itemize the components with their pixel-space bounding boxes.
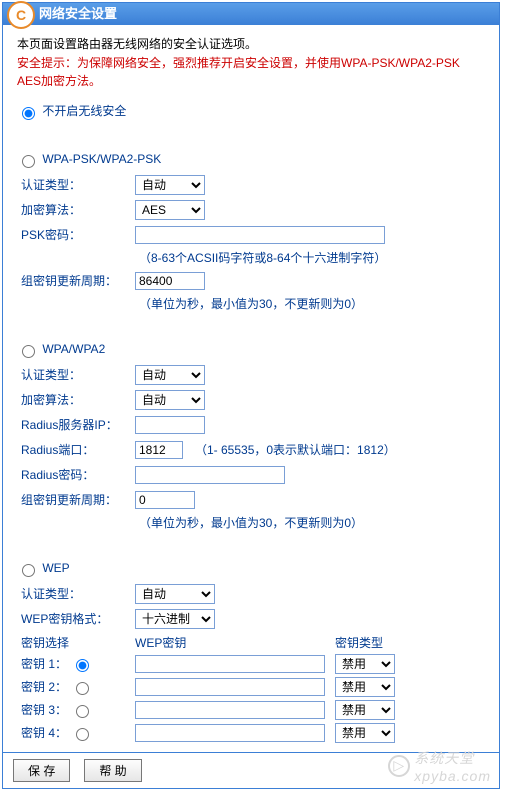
wep-key-row: 密钥 4： 禁用: [17, 723, 485, 743]
wpa-radiusport-hint: （1- 65535，0表示默认端口：1812）: [195, 441, 396, 458]
wep-col-key: WEP密钥: [135, 634, 335, 651]
page-title: 网络安全设置: [39, 6, 117, 21]
wpapsk-gk-label: 组密钥更新周期：: [17, 272, 135, 289]
wep-auth-select[interactable]: 自动: [135, 584, 215, 604]
wep-col-type: 密钥类型: [335, 634, 405, 651]
wpapsk-enc-label: 加密算法：: [17, 201, 135, 218]
logo-icon: C: [7, 1, 35, 29]
mode-wpa-radio[interactable]: [22, 345, 35, 358]
wep-key-input[interactable]: [135, 678, 325, 696]
wpa-radiuspw-input[interactable]: [135, 466, 285, 484]
save-button[interactable]: 保 存: [13, 759, 70, 782]
help-button[interactable]: 帮 助: [84, 759, 141, 782]
wep-key-radio[interactable]: [76, 682, 89, 695]
wep-key-type-select[interactable]: 禁用: [335, 723, 395, 743]
mode-wep-label: WEP: [42, 561, 69, 575]
wep-key-row: 密钥 2： 禁用: [17, 677, 485, 697]
mode-disable-label: 不开启无线安全: [42, 104, 126, 118]
content-area: 本页面设置路由器无线网络的安全认证选项。 安全提示：为保障网络安全，强烈推荐开启…: [3, 25, 499, 752]
wep-key-radio[interactable]: [76, 705, 89, 718]
wpa-gk-label: 组密钥更新周期：: [17, 491, 135, 508]
intro-text: 本页面设置路由器无线网络的安全认证选项。: [17, 35, 485, 52]
wpapsk-psk-label: PSK密码：: [17, 226, 135, 243]
wep-key-type-select[interactable]: 禁用: [335, 700, 395, 720]
wpa-auth-label: 认证类型：: [17, 366, 135, 383]
wep-fmt-select[interactable]: 十六进制: [135, 609, 215, 629]
wep-key-label: 密钥 3：: [21, 701, 67, 718]
wpa-gk-input[interactable]: [135, 491, 195, 509]
mode-wpapsk-label: WPA-PSK/WPA2-PSK: [42, 152, 161, 166]
wep-key-label: 密钥 2：: [21, 678, 67, 695]
wpapsk-auth-label: 认证类型：: [17, 176, 135, 193]
mode-wep-option[interactable]: WEP: [17, 561, 70, 575]
wep-key-label: 密钥 4：: [21, 724, 67, 741]
wep-key-input[interactable]: [135, 655, 325, 673]
mode-wpa-label: WPA/WPA2: [42, 342, 105, 356]
wep-key-input[interactable]: [135, 724, 325, 742]
wpa-radiusip-label: Radius服务器IP：: [17, 416, 135, 433]
wep-key-row: 密钥 3： 禁用: [17, 700, 485, 720]
wep-key-input[interactable]: [135, 701, 325, 719]
wpapsk-enc-select[interactable]: AES: [135, 200, 205, 220]
wep-col-select: 密钥选择: [17, 634, 135, 651]
wep-key-label: 密钥 1：: [21, 655, 67, 672]
wep-auth-label: 认证类型：: [17, 585, 135, 602]
mode-disable-radio[interactable]: [22, 107, 35, 120]
wep-key-radio[interactable]: [76, 728, 89, 741]
mode-wpa-option[interactable]: WPA/WPA2: [17, 342, 105, 356]
wpa-radiusport-input[interactable]: [135, 441, 183, 459]
wpa-radiusport-label: Radius端口：: [17, 441, 135, 458]
wpa-enc-label: 加密算法：: [17, 391, 135, 408]
wep-key-radio[interactable]: [76, 659, 89, 672]
page-header: C 网络安全设置: [3, 3, 499, 25]
wep-key-row: 密钥 1： 禁用: [17, 654, 485, 674]
wpa-radiuspw-label: Radius密码：: [17, 466, 135, 483]
wpapsk-psk-input[interactable]: [135, 226, 385, 244]
wep-key-type-select[interactable]: 禁用: [335, 677, 395, 697]
wep-fmt-label: WEP密钥格式：: [17, 610, 135, 627]
wpapsk-gk-input[interactable]: [135, 272, 205, 290]
mode-wpapsk-radio[interactable]: [22, 155, 35, 168]
wep-table-header: 密钥选择 WEP密钥 密钥类型: [17, 634, 485, 651]
wpapsk-psk-hint: （8-63个ACSII码字符或8-64个十六进制字符）: [139, 249, 485, 266]
wep-key-type-select[interactable]: 禁用: [335, 654, 395, 674]
mode-wep-radio[interactable]: [22, 564, 35, 577]
mode-disable-option[interactable]: 不开启无线安全: [17, 104, 126, 118]
wpapsk-gk-hint: （单位为秒，最小值为30，不更新则为0）: [139, 295, 485, 312]
wpa-enc-select[interactable]: 自动: [135, 390, 205, 410]
warning-text: 安全提示：为保障网络安全，强烈推荐开启安全设置，并使用WPA-PSK/WPA2-…: [17, 54, 485, 90]
wpa-auth-select[interactable]: 自动: [135, 365, 205, 385]
wpa-gk-hint: （单位为秒，最小值为30，不更新则为0）: [139, 514, 485, 531]
wpa-radiusip-input[interactable]: [135, 416, 205, 434]
mode-wpapsk-option[interactable]: WPA-PSK/WPA2-PSK: [17, 152, 161, 166]
wpapsk-auth-select[interactable]: 自动: [135, 175, 205, 195]
footer-bar: 保 存 帮 助: [3, 752, 499, 788]
